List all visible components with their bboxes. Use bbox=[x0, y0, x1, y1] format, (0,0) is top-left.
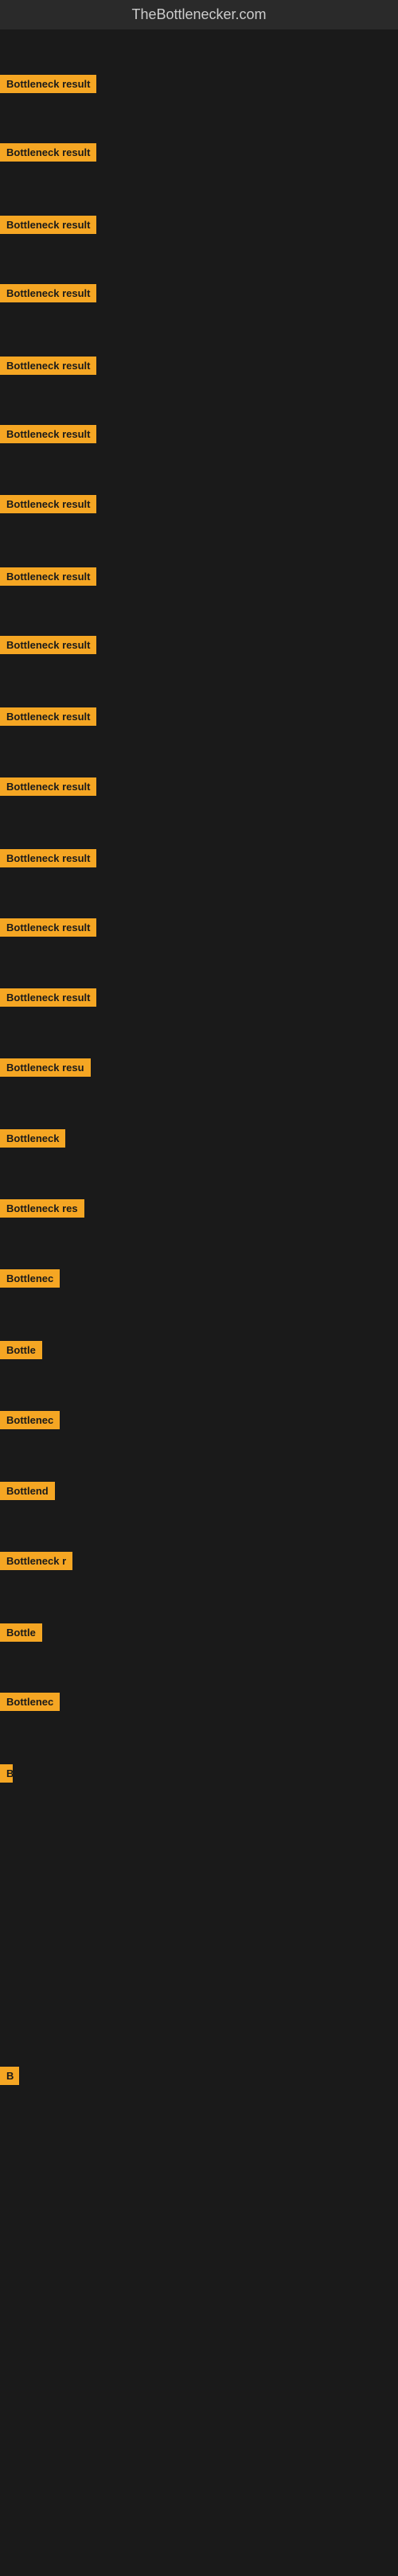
bottleneck-label: Bottleneck resu bbox=[0, 1058, 91, 1077]
bottleneck-result-item: Bottleneck result bbox=[0, 75, 96, 97]
bottleneck-result-item: Bottleneck result bbox=[0, 425, 96, 447]
bottleneck-result-item: Bottleneck result bbox=[0, 636, 96, 658]
bottleneck-result-item: Bottleneck result bbox=[0, 918, 96, 941]
bottleneck-label: Bottleneck result bbox=[0, 636, 96, 654]
bottleneck-result-item: Bottleneck bbox=[0, 1129, 65, 1152]
bottleneck-label: Bottlenec bbox=[0, 1693, 60, 1711]
bottleneck-label: Bottleneck result bbox=[0, 495, 96, 513]
bottleneck-result-item: Bottleneck result bbox=[0, 707, 96, 730]
bottleneck-label: Bottleneck result bbox=[0, 357, 96, 375]
bottleneck-result-item: Bottleneck result bbox=[0, 567, 96, 590]
bottleneck-label: Bottleneck result bbox=[0, 777, 96, 796]
bottleneck-label: Bottlenec bbox=[0, 1411, 60, 1429]
bottleneck-label: Bottleneck result bbox=[0, 216, 96, 234]
bottleneck-label: Bottleneck r bbox=[0, 1552, 72, 1570]
bottleneck-result-item: Bottleneck result bbox=[0, 495, 96, 517]
bottleneck-label: Bottleneck result bbox=[0, 849, 96, 867]
bottleneck-label: Bottleneck result bbox=[0, 75, 96, 93]
bottleneck-result-item: Bottleneck result bbox=[0, 143, 96, 166]
bottleneck-label: Bottleneck result bbox=[0, 567, 96, 586]
bottleneck-result-item: Bottleneck result bbox=[0, 284, 96, 306]
bottleneck-label: Bottleneck result bbox=[0, 988, 96, 1007]
bottleneck-result-item: Bottlend bbox=[0, 1482, 55, 1504]
bottleneck-label: Bottleneck result bbox=[0, 143, 96, 162]
site-title: TheBottlenecker.com bbox=[0, 0, 398, 29]
bottleneck-result-item: Bottleneck resu bbox=[0, 1058, 91, 1081]
bottleneck-label: Bottlenec bbox=[0, 1269, 60, 1288]
bottleneck-result-item: Bottlenec bbox=[0, 1269, 60, 1292]
bottleneck-result-item: Bottleneck res bbox=[0, 1199, 84, 1222]
bottleneck-label: Bottleneck result bbox=[0, 284, 96, 302]
bottleneck-label: Bottlend bbox=[0, 1482, 55, 1500]
bottleneck-label: Bottleneck result bbox=[0, 707, 96, 726]
bottleneck-label: Bottleneck bbox=[0, 1129, 65, 1148]
bottleneck-result-item: Bottle bbox=[0, 1623, 42, 1646]
bottleneck-result-item: Bottleneck r bbox=[0, 1552, 72, 1574]
bottleneck-result-item: Bottlenec bbox=[0, 1411, 60, 1433]
bottleneck-result-item: Bottleneck result bbox=[0, 988, 96, 1011]
bottleneck-label: Bottleneck result bbox=[0, 425, 96, 443]
bottleneck-result-item: Bottleneck result bbox=[0, 777, 96, 800]
bottleneck-label: B bbox=[0, 1764, 13, 1783]
bottleneck-result-item: B bbox=[0, 2067, 19, 2089]
bottleneck-result-item: Bottleneck result bbox=[0, 849, 96, 871]
bottleneck-label: Bottleneck result bbox=[0, 918, 96, 937]
bottleneck-result-item: Bottle bbox=[0, 1341, 42, 1363]
bottleneck-label: Bottleneck res bbox=[0, 1199, 84, 1218]
bottleneck-result-item: Bottleneck result bbox=[0, 357, 96, 379]
bottleneck-result-item: Bottlenec bbox=[0, 1693, 60, 1715]
bottleneck-label: Bottle bbox=[0, 1341, 42, 1359]
bottleneck-label: B bbox=[0, 2067, 19, 2085]
bottleneck-result-item: Bottleneck result bbox=[0, 216, 96, 238]
bottleneck-label: Bottle bbox=[0, 1623, 42, 1642]
bottleneck-result-item: B bbox=[0, 1764, 13, 1787]
